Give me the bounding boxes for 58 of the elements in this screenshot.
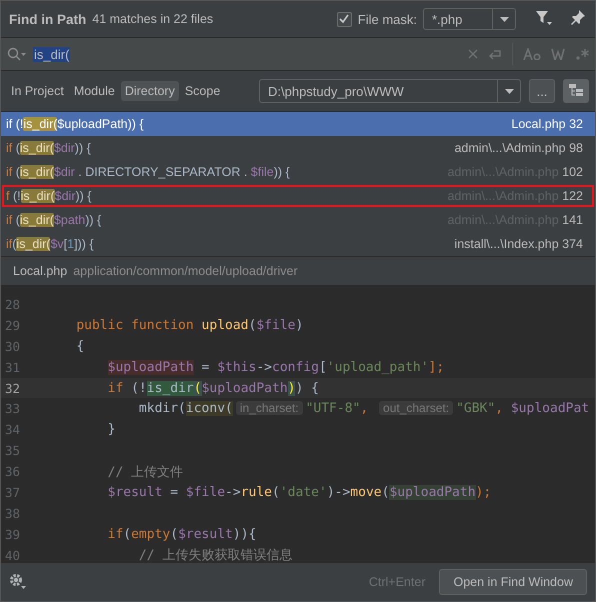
preview-file-path: application/common/model/upload/driver xyxy=(73,264,298,278)
match-case-icon[interactable] xyxy=(523,48,541,60)
line-number: 31 xyxy=(4,360,22,375)
code-line: if(empty($result)){ xyxy=(106,526,256,542)
scope-tab[interactable]: In Project xyxy=(7,81,68,101)
line-number: 28 xyxy=(4,296,22,312)
line-number: 34 xyxy=(4,422,22,438)
directory-combo[interactable]: D:\phpstudy_pro\WWW xyxy=(259,79,521,103)
code-line: } xyxy=(106,422,116,438)
result-location: admin\...\Admin.php 98 xyxy=(454,140,583,156)
result-location: install\...\Index.php 374 xyxy=(454,236,583,252)
code-line: // 上传失败获取错误信息 xyxy=(138,547,292,562)
browse-button[interactable]: ... xyxy=(529,79,555,103)
new-line-icon[interactable] xyxy=(488,48,502,60)
code-line: $result = $file->rule('date')->move($uploadPath); xyxy=(106,484,492,500)
words-icon[interactable] xyxy=(551,48,565,60)
line-number: 40 xyxy=(4,548,22,562)
clear-icon[interactable] xyxy=(468,49,478,59)
code-line: // 上传文件 xyxy=(106,464,184,481)
scope-tab[interactable]: Directory xyxy=(120,81,179,101)
line-number: 30 xyxy=(4,338,22,354)
settings-icon[interactable] xyxy=(9,572,27,588)
result-row[interactable]: if (is_dir($dir)) { admin\...\Admin.php 98 xyxy=(1,136,595,160)
line-number: 35 xyxy=(4,443,22,458)
dropdown-arrow-icon[interactable] xyxy=(504,88,514,94)
code-line: { xyxy=(75,338,84,354)
result-code: if (is_dir($dir)) { xyxy=(6,140,91,156)
line-number: 33 xyxy=(4,401,22,416)
tree-icon xyxy=(569,84,583,96)
code-line: $uploadPath = $this->config['upload_path']; xyxy=(106,360,444,375)
dialog-title: Find in Path xyxy=(9,12,86,26)
file-mask-checkbox[interactable] xyxy=(336,12,352,26)
filter-icon[interactable] xyxy=(536,10,552,25)
line-number: 37 xyxy=(4,484,22,500)
search-icon[interactable] xyxy=(7,47,27,61)
regex-icon[interactable] xyxy=(575,48,589,60)
tree-view-button[interactable] xyxy=(563,79,589,103)
line-number: 36 xyxy=(4,464,22,480)
line-number: 29 xyxy=(4,318,22,333)
pin-icon[interactable] xyxy=(570,10,585,25)
dropdown-arrow-icon[interactable] xyxy=(500,16,508,22)
search-field[interactable]: is_dir( xyxy=(33,46,70,62)
code-line: public function upload($file) xyxy=(75,318,304,333)
code-line: if (!is_dir($uploadPath)) { xyxy=(106,380,319,396)
line-number: 39 xyxy=(4,526,22,542)
result-code: if (is_dir($path)) { xyxy=(6,212,102,228)
line-number: 38 xyxy=(4,506,22,521)
scope-tab[interactable]: Scope xyxy=(180,81,224,101)
open-in-find-window-button[interactable]: Open in Find Window xyxy=(439,569,587,595)
match-summary: 41 matches in 22 files xyxy=(92,12,214,26)
file-mask-combo[interactable]: *.php xyxy=(423,8,516,30)
result-code: if (is_dir($dir . DIRECTORY_SEPARATOR . $file)) { xyxy=(6,164,290,180)
result-location: Local.php 32 xyxy=(511,116,583,132)
line-number: 32 xyxy=(4,380,22,396)
file-mask-label: File mask: xyxy=(358,12,417,26)
code-line: mkdir(iconv( in_charset: "UTF-8", out_charset: "GBK", $uploadPat xyxy=(138,401,590,416)
preview-file-name: Local.php xyxy=(13,264,68,278)
scope-tab[interactable]: Module xyxy=(70,81,119,101)
